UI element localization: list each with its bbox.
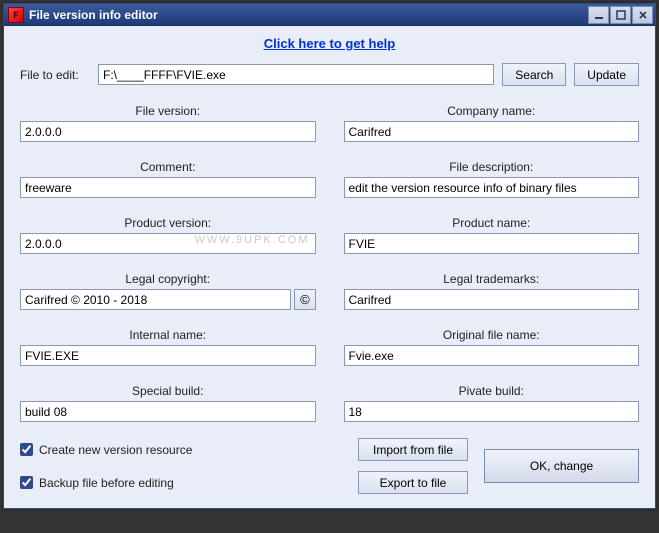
content: Click here to get help File to edit: Sea… xyxy=(4,26,655,508)
titlebar: F File version info editor xyxy=(4,4,655,26)
file-to-edit-label: File to edit: xyxy=(20,68,90,82)
company-name-input[interactable] xyxy=(344,121,640,142)
legal-trademarks-cell: Legal trademarks: xyxy=(344,272,640,310)
comment-input[interactable] xyxy=(20,177,316,198)
backup-file-checkbox[interactable] xyxy=(20,476,33,489)
product-version-cell: Product version: WWW.9UPK.COM xyxy=(20,216,316,254)
internal-name-cell: Internal name: xyxy=(20,328,316,366)
legal-copyright-cell: Legal copyright: © xyxy=(20,272,316,310)
file-version-label: File version: xyxy=(135,104,200,118)
original-file-name-cell: Original file name: xyxy=(344,328,640,366)
update-button[interactable]: Update xyxy=(574,63,639,86)
file-to-edit-row: File to edit: Search Update xyxy=(20,63,639,86)
product-version-label: Product version: xyxy=(124,216,211,230)
file-description-label: File description: xyxy=(449,160,533,174)
maximize-icon xyxy=(616,10,626,20)
private-build-input[interactable] xyxy=(344,401,640,422)
create-new-version-checkbox[interactable] xyxy=(20,443,33,456)
private-build-label: Pivate build: xyxy=(459,384,524,398)
special-build-cell: Special build: xyxy=(20,384,316,422)
file-path-input[interactable] xyxy=(98,64,494,85)
minimize-icon xyxy=(594,10,604,20)
create-new-version-checkbox-row[interactable]: Create new version resource xyxy=(20,443,342,457)
import-from-file-button[interactable]: Import from file xyxy=(358,438,468,461)
legal-copyright-input[interactable] xyxy=(20,289,291,310)
search-button[interactable]: Search xyxy=(502,63,566,86)
original-file-name-input[interactable] xyxy=(344,345,640,366)
company-name-cell: Company name: xyxy=(344,104,640,142)
product-name-cell: Product name: xyxy=(344,216,640,254)
legal-copyright-label: Legal copyright: xyxy=(125,272,210,286)
backup-file-label: Backup file before editing xyxy=(39,476,174,490)
help-link[interactable]: Click here to get help xyxy=(20,36,639,51)
product-name-label: Product name: xyxy=(452,216,530,230)
file-version-input[interactable] xyxy=(20,121,316,142)
legal-trademarks-label: Legal trademarks: xyxy=(443,272,539,286)
comment-label: Comment: xyxy=(140,160,195,174)
private-build-cell: Pivate build: xyxy=(344,384,640,422)
close-icon xyxy=(638,10,648,20)
ok-change-button[interactable]: OK, change xyxy=(484,449,639,483)
file-description-cell: File description: xyxy=(344,160,640,198)
comment-cell: Comment: xyxy=(20,160,316,198)
company-name-label: Company name: xyxy=(447,104,535,118)
export-to-file-button[interactable]: Export to file xyxy=(358,471,468,494)
fields-grid: File version: Company name: Comment: Fil… xyxy=(20,104,639,422)
app-icon: F xyxy=(8,7,24,23)
internal-name-label: Internal name: xyxy=(129,328,206,342)
internal-name-input[interactable] xyxy=(20,345,316,366)
product-version-input[interactable] xyxy=(20,233,316,254)
special-build-input[interactable] xyxy=(20,401,316,422)
bottom-controls: Create new version resource Import from … xyxy=(20,438,639,494)
create-new-version-label: Create new version resource xyxy=(39,443,192,457)
product-name-input[interactable] xyxy=(344,233,640,254)
original-file-name-label: Original file name: xyxy=(443,328,540,342)
minimize-button[interactable] xyxy=(588,6,609,24)
close-button[interactable] xyxy=(632,6,653,24)
file-version-cell: File version: xyxy=(20,104,316,142)
window: F File version info editor Click here to… xyxy=(3,3,656,509)
copyright-insert-button[interactable]: © xyxy=(294,289,315,310)
maximize-button[interactable] xyxy=(610,6,631,24)
file-description-input[interactable] xyxy=(344,177,640,198)
special-build-label: Special build: xyxy=(132,384,203,398)
backup-file-checkbox-row[interactable]: Backup file before editing xyxy=(20,476,342,490)
legal-trademarks-input[interactable] xyxy=(344,289,640,310)
window-title: File version info editor xyxy=(29,8,588,22)
